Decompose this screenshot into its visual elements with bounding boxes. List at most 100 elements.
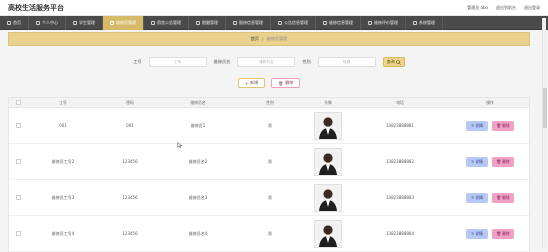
row-actions: ✎ 详情 🗑 删除: [449, 192, 531, 203]
job-no-label: 工号: [133, 59, 142, 64]
nav-item-label: 系统管理: [419, 19, 435, 25]
row-checkbox[interactable]: [15, 195, 21, 200]
delete-label: 删除: [502, 122, 510, 128]
view-button[interactable]: ✎ 详情: [466, 156, 488, 167]
password-cell: 123456: [122, 231, 138, 236]
nav-item-label: 维修员管理: [116, 19, 136, 25]
gender-label: 性别: [302, 59, 311, 64]
gender-cell: 男: [268, 230, 272, 236]
delete-button[interactable]: 🗑 删除: [492, 192, 514, 203]
batch-delete-button[interactable]: 🗑 删除: [271, 78, 301, 88]
trash-icon: 🗑: [496, 123, 502, 128]
row-checkbox[interactable]: [15, 231, 21, 236]
column-header: 工号: [59, 99, 67, 105]
phone-cell: 13823888884: [386, 231, 414, 236]
job-no-input[interactable]: 工号: [148, 57, 207, 67]
row-actions: ✎ 详情 🗑 删除: [449, 156, 531, 167]
query-button[interactable]: 查询: [382, 57, 405, 67]
nav-item-3[interactable]: 维修员管理: [103, 15, 144, 30]
delete-button[interactable]: 🗑 删除: [492, 156, 514, 167]
gender-input[interactable]: 性别: [317, 57, 376, 67]
trash-icon: 🗑: [496, 231, 502, 236]
password-cell: 123456: [122, 159, 138, 164]
breadcrumb: 首页 / 维修员管理: [8, 32, 530, 46]
row-checkbox[interactable]: [15, 159, 21, 164]
nav-item-8[interactable]: 维修信息管理: [316, 15, 361, 30]
nav-item-1[interactable]: 个人中心: [29, 15, 66, 30]
job-no-cell: 维修员工号3: [51, 194, 75, 200]
name-placeholder: 维修员名: [259, 59, 274, 64]
user-icon: [36, 20, 40, 25]
row-select-cell[interactable]: [9, 159, 27, 164]
avatar-cell: [305, 147, 351, 176]
phone-cell: 13823888882: [386, 159, 414, 164]
job-no-placeholder: 工号: [174, 59, 182, 64]
select-all-header[interactable]: [9, 100, 27, 105]
admin-user-text: 管理员 abo: [467, 4, 488, 10]
row-select-cell[interactable]: [9, 195, 27, 200]
column-header: 电话: [396, 99, 404, 105]
name-input[interactable]: 维修员名: [237, 57, 296, 67]
person-photo-icon: [315, 184, 341, 211]
logout-link[interactable]: 退出登录: [524, 5, 540, 11]
name-label: 维修员名: [213, 59, 231, 64]
breadcrumb-separator: /: [262, 36, 264, 42]
view-button[interactable]: ✎ 详情: [466, 228, 488, 239]
row-checkbox[interactable]: [15, 123, 21, 128]
select-all-checkbox[interactable]: [15, 100, 21, 105]
view-label: 详情: [475, 194, 483, 200]
nav-item-4[interactable]: 宿舍公告管理: [144, 15, 189, 30]
data-table: 工号 密码 维修员名 性别 头像 电话 操作 001 001 维修员1 男 13823888881 ✎…: [8, 97, 530, 252]
app-title: 高校生活服务平台: [8, 3, 64, 12]
delete-label: 删除: [502, 230, 510, 236]
delete-button[interactable]: 🗑 删除: [492, 228, 514, 239]
delete-label: 删除: [285, 80, 294, 85]
gender-cell: 男: [268, 158, 272, 164]
password-cell: 123456: [122, 195, 138, 200]
row-select-cell[interactable]: [9, 231, 27, 236]
go-front-link[interactable]: 退出到前台: [496, 5, 516, 11]
star-icon: [368, 20, 372, 25]
operations-cell: ✎ 详情 🗑 删除: [449, 192, 531, 203]
notice-icon: [151, 20, 155, 25]
nav-item-9[interactable]: 维修评价管理: [361, 15, 406, 30]
query-label: 查询: [386, 59, 395, 64]
delete-label: 删除: [502, 194, 510, 200]
row-select-cell[interactable]: [9, 123, 27, 128]
avatar: [314, 147, 342, 176]
phone-cell: 13823888881: [386, 123, 414, 128]
table-row: 001 001 维修员1 男 13823888881 ✎ 详情 🗑 删除: [9, 108, 529, 144]
row-actions: ✎ 详情 🗑 删除: [449, 120, 531, 131]
nav-item-label: 宿舍公告管理: [157, 19, 181, 25]
nav-item-5[interactable]: 跑腿管理: [189, 15, 226, 30]
nav-item-2[interactable]: 学生管理: [66, 15, 103, 30]
nav-item-6[interactable]: 报修信息管理: [226, 15, 271, 30]
view-button[interactable]: ✎ 详情: [466, 120, 488, 131]
tool-icon: [110, 20, 114, 25]
wrench-icon: [323, 20, 327, 25]
nav-item-7[interactable]: 公告信息管理: [271, 15, 316, 30]
vertical-scrollbar[interactable]: [542, 18, 547, 248]
person-photo-icon: [315, 220, 341, 247]
avatar: [314, 183, 342, 212]
person-photo-icon: [315, 112, 341, 139]
job-no-cell: 维修员工号4: [51, 230, 75, 236]
nav-item-label: 跑腿管理: [202, 19, 218, 25]
password-cell: 001: [126, 123, 134, 128]
table-row: 维修员工号4 123456 维修员名4 男 13823888884 ✎ 详情 🗑 删除: [9, 216, 529, 252]
view-button[interactable]: ✎ 详情: [466, 192, 488, 203]
trash-icon: 🗑: [496, 195, 502, 200]
admin-page: 高校生活服务平台 管理员 abo 退出到前台 退出登录 首页 个人中心 学生管理 维修…: [0, 0, 548, 252]
filter-bar: 工号 工号 维修员名 维修员名 性别 性别 查询: [8, 53, 530, 71]
add-button[interactable]: + 新增: [237, 78, 266, 88]
column-header: 头像: [324, 99, 332, 105]
scrollbar-thumb[interactable]: [543, 88, 547, 128]
breadcrumb-home[interactable]: 首页: [251, 36, 259, 42]
nav-item-0[interactable]: 首页: [0, 15, 29, 30]
column-header: 操作: [486, 99, 494, 105]
nav-item-label: 首页: [13, 19, 21, 25]
delete-button[interactable]: 🗑 删除: [492, 120, 514, 131]
nav-item-label: 维修评价管理: [374, 19, 398, 25]
nav-item-10[interactable]: 系统管理: [406, 15, 443, 30]
main-content: 首页 / 维修员管理 工号 工号 维修员名 维修员名 性别 性别 查询 + 新增…: [8, 32, 530, 252]
